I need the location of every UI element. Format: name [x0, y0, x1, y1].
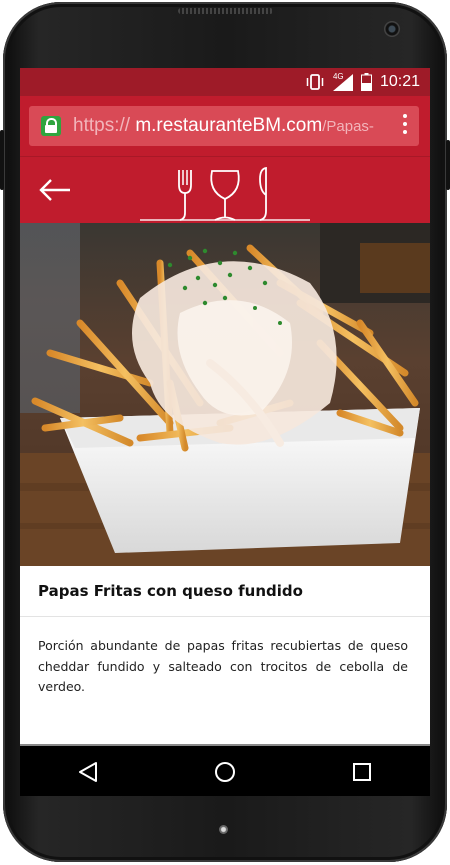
arrow-left-icon[interactable]	[38, 177, 72, 203]
hardware-home-dot	[219, 825, 228, 834]
battery-icon	[360, 73, 372, 91]
vibrate-icon	[306, 74, 324, 90]
front-camera	[384, 21, 400, 37]
url-path: /Papas-	[322, 118, 374, 135]
url-host: m.restauranteBM.com	[135, 115, 323, 136]
url-bar[interactable]: https:// m.restauranteBM.com/Papas-	[29, 106, 419, 146]
side-button	[446, 140, 450, 190]
status-time: 10:21	[379, 73, 420, 90]
back-triangle-icon	[79, 762, 98, 782]
nav-recents-button[interactable]	[332, 752, 392, 792]
android-nav-bar	[20, 744, 430, 796]
app-header	[20, 156, 430, 224]
nav-back-button[interactable]	[58, 752, 118, 792]
url-text[interactable]: https:// m.restauranteBM.com/Papas-	[73, 115, 383, 137]
dish-title-row: Papas Fritas con queso fundido	[20, 566, 430, 617]
signal-icon: 4G	[332, 71, 353, 91]
lock-icon	[41, 116, 61, 136]
side-button	[0, 130, 4, 190]
french-fries-with-melted-cheese-photo	[20, 223, 430, 566]
dish-description: Porción abundante de papas fritas recubi…	[38, 638, 408, 694]
dish-title: Papas Fritas con queso fundido	[38, 582, 303, 600]
browser-toolbar: https:// m.restauranteBM.com/Papas-	[20, 96, 430, 156]
nav-home-button[interactable]	[195, 752, 255, 792]
status-bar: 4G 10:21	[20, 68, 430, 96]
screen: 4G 10:21 https:// m.restauranteBM.com/Pa…	[20, 68, 430, 796]
speaker-grille	[178, 8, 273, 14]
overflow-menu-icon[interactable]	[403, 114, 407, 138]
restaurant-logo	[140, 166, 310, 221]
home-circle-icon	[214, 762, 235, 782]
recents-square-icon	[352, 763, 371, 781]
network-type-label: 4G	[332, 71, 344, 81]
url-scheme: https://	[73, 115, 131, 136]
